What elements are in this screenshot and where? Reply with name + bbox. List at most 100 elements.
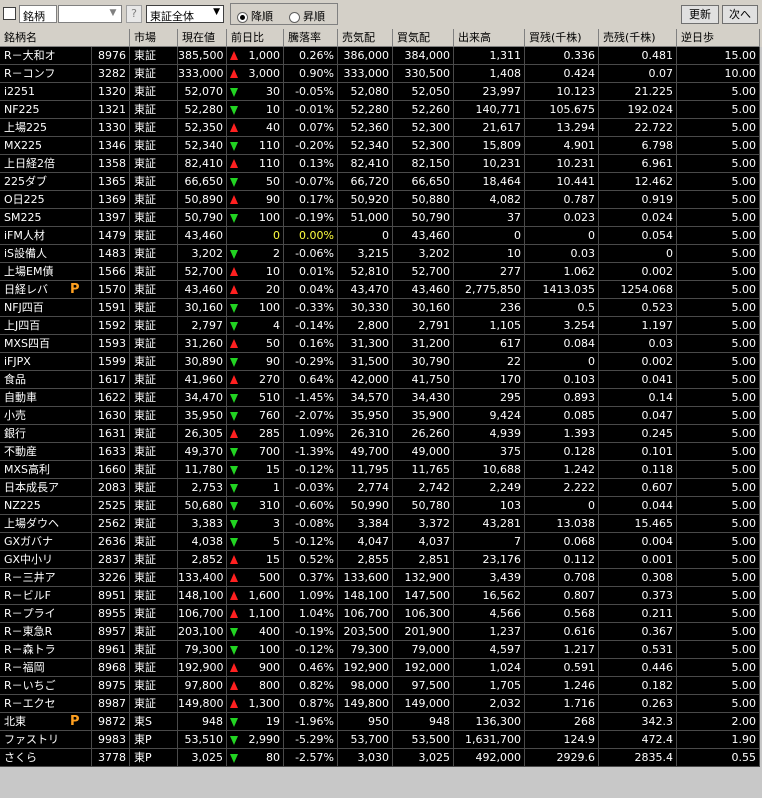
change-text: 100 (259, 211, 280, 224)
table-row[interactable]: 上日経2倍 1358 東証 82,410 110 0.13% 82,410 82,150 10,… (0, 155, 762, 173)
table-row[interactable]: 上場225 1330 東証 52,350 40 0.07% 52,360 52,300 21,6… (0, 119, 762, 137)
volume-text: 9,424 (489, 409, 522, 422)
stock-name-text: R－いちご (4, 679, 56, 692)
table-row[interactable]: 上場EM債 1566 東証 52,700 10 0.01% 52,810 52,700 277 1… (0, 263, 762, 281)
chevron-down-icon[interactable]: ▼ (107, 8, 119, 20)
market-text: 東証 (134, 391, 156, 404)
header-col-bid[interactable]: 買気配 (393, 29, 454, 47)
stock-code-text: 1483 (98, 247, 126, 260)
cell-rate: -2.57% (284, 749, 338, 767)
cell-rate: -0.01% (284, 101, 338, 119)
ask-text: 2,774 (357, 481, 390, 494)
table-row[interactable]: 銀行 1631 東証 26,305 285 1.09% 26,310 26,260 4,939 1… (0, 425, 762, 443)
header-col-ask[interactable]: 売気配 (338, 29, 393, 47)
table-row[interactable]: R－東急R 8957 東証 203,100 400 -0.19% 203,500 201,90… (0, 623, 762, 641)
table-row[interactable]: 上J四百 1592 東証 2,797 4 -0.14% 2,800 2,791 1,105 3.2… (0, 317, 762, 335)
table-row[interactable]: R－ビルF 8951 東証 148,100 1,600 1.09% 148,100 147,5… (0, 587, 762, 605)
cell-bid: 106,300 (393, 605, 454, 623)
sort-asc-radio[interactable]: 昇順 (289, 8, 325, 24)
table-row[interactable]: 自動車 1622 東証 34,470 510 -1.45% 34,570 34,430 295 0… (0, 389, 762, 407)
table-row[interactable]: iFJPX 1599 東証 30,890 90 -0.29% 31,500 30,790 22 0… (0, 353, 762, 371)
rate-text: -0.12% (295, 535, 334, 548)
header-col-rate[interactable]: 騰落率 (284, 29, 338, 47)
help-button[interactable]: ? (126, 5, 142, 23)
cell-volume: 18,464 (454, 173, 525, 191)
cell-bid: 50,880 (393, 191, 454, 209)
table-row[interactable]: NF225 1321 東証 52,280 10 -0.01% 52,280 52,260 140… (0, 101, 762, 119)
header-col-sell-balance[interactable]: 売残(千株) (599, 29, 677, 47)
table-row[interactable]: R－森トラ 8961 東証 79,300 100 -0.12% 79,300 79,000 4,… (0, 641, 762, 659)
table-row[interactable]: SM225 1397 東証 50,790 100 -0.19% 51,000 50,790 37… (0, 209, 762, 227)
cell-stock-name: i2251 (0, 83, 92, 101)
header-col-name[interactable]: 銘柄名 (0, 29, 130, 47)
market-text: 東証 (134, 625, 156, 638)
cell-buy-balance: 0.807 (525, 587, 599, 605)
table-row[interactable]: 不動産 1633 東証 49,370 700 -1.39% 49,700 49,000 375 0… (0, 443, 762, 461)
header-col-market[interactable]: 市場 (130, 29, 178, 47)
stock-code-text: 8961 (98, 643, 126, 656)
table-row[interactable]: 日本成長ア 2083 東証 2,753 1 -0.03% 2,774 2,742 2,249 2.… (0, 479, 762, 497)
cell-gyakuhibu: 5.00 (677, 533, 760, 551)
table-row[interactable]: R－いちご 8975 東証 97,800 800 0.82% 98,000 97,500 1,7… (0, 677, 762, 695)
cell-stock-code: 1346 (92, 137, 130, 155)
table-row[interactable]: R－プライ 8955 東証 106,700 1,100 1.04% 106,700 106,3… (0, 605, 762, 623)
rate-text: -0.33% (295, 301, 334, 314)
table-row[interactable]: i2251 1320 東証 52,070 30 -0.05% 52,080 52,050 23,… (0, 83, 762, 101)
table-row[interactable]: R－福岡 8968 東証 192,900 900 0.46% 192,900 192,000 1… (0, 659, 762, 677)
market-text: 東証 (134, 337, 156, 350)
table-row[interactable]: ファストリ 9983 東P 53,510 2,990 -5.29% 53,700 53,500… (0, 731, 762, 749)
header-col-change[interactable]: 前日比 (227, 29, 284, 47)
cell-buy-balance: 0.085 (525, 407, 599, 425)
table-row[interactable]: R－三井ア 3226 東証 133,400 500 0.37% 133,600 132,900… (0, 569, 762, 587)
table-row[interactable]: NFJ四百 1591 東証 30,160 100 -0.33% 30,330 30,160 23… (0, 299, 762, 317)
table-row[interactable]: 日経レバ P 1570 東証 43,460 20 0.04% 43,470 43,460 2,77… (0, 281, 762, 299)
volume-text: 236 (500, 301, 521, 314)
next-button[interactable]: 次へ (722, 5, 758, 24)
header-col-price[interactable]: 現在値 (178, 29, 227, 47)
table-row[interactable]: 上場ダウヘ 2562 東証 3,383 3 -0.08% 3,384 3,372 43,281 1… (0, 515, 762, 533)
sell-balance-text: 0.531 (641, 643, 674, 656)
cell-sell-balance: 472.4 (599, 731, 677, 749)
table-row[interactable]: R－エクセ 8987 東証 149,800 1,300 0.87% 149,800 149,0… (0, 695, 762, 713)
table-row[interactable]: R－コンフ 3282 東証 333,000 3,000 0.90% 333,000 330,5… (0, 65, 762, 83)
arrow-down-icon (230, 394, 238, 403)
cell-price: 34,470 (178, 389, 227, 407)
cell-volume: 1,408 (454, 65, 525, 83)
refresh-button[interactable]: 更新 (681, 5, 719, 24)
select-all-checkbox[interactable] (3, 7, 16, 20)
header-col-volume[interactable]: 出来高 (454, 29, 525, 47)
rate-text: 0.90% (299, 67, 334, 80)
ask-text: 203,500 (343, 625, 390, 638)
table-row[interactable]: GX中小リ 2837 東証 2,852 15 0.52% 2,855 2,851 23,176 0… (0, 551, 762, 569)
table-row[interactable]: NZ225 2525 東証 50,680 310 -0.60% 50,990 50,780 10… (0, 497, 762, 515)
price-text: 3,025 (191, 751, 224, 764)
header-col-gyakuhibu[interactable]: 逆日歩 (677, 29, 760, 47)
bid-text: 192,000 (404, 661, 451, 674)
gyakuhibu-text: 1.90 (731, 733, 757, 746)
table-row[interactable]: iS設備人 1483 東証 3,202 2 -0.06% 3,215 3,202 10 0.03 0… (0, 245, 762, 263)
table-row[interactable]: R－大和オ 8976 東証 385,500 1,000 0.26% 386,000 384,0… (0, 47, 762, 65)
table-row[interactable]: さくら 3778 東P 3,025 80 -2.57% 3,030 3,025 492,000 2… (0, 749, 762, 767)
volume-text: 1,105 (489, 319, 522, 332)
sell-balance-text: 0.002 (641, 265, 674, 278)
market-select[interactable]: 東証全体 ▼ (146, 5, 224, 23)
market-text: 東証 (134, 589, 156, 602)
table-row[interactable]: MX225 1346 東証 52,340 110 -0.20% 52,340 52,300 15… (0, 137, 762, 155)
table-row[interactable]: 北東 P 9872 東S 948 19 -1.96% 950 948 136,300 268 342.… (0, 713, 762, 731)
cell-price: 11,780 (178, 461, 227, 479)
table-row[interactable]: MXS四百 1593 東証 31,260 50 0.16% 31,300 31,200 617 0… (0, 335, 762, 353)
header-col-buy-balance[interactable]: 買残(千株) (525, 29, 599, 47)
cell-sell-balance: 0.531 (599, 641, 677, 659)
table-row[interactable]: 小売 1630 東証 35,950 760 -2.07% 35,950 35,900 9,424… (0, 407, 762, 425)
code-input[interactable]: ▼ (58, 5, 122, 23)
table-row[interactable]: GXガバナ 2636 東証 4,038 5 -0.12% 4,047 4,037 7 0.068 0… (0, 533, 762, 551)
table-row[interactable]: O日225 1369 東証 50,890 90 0.17% 50,920 50,880 4,08… (0, 191, 762, 209)
table-row[interactable]: 食品 1617 東証 41,960 270 0.64% 42,000 41,750 170 0.1… (0, 371, 762, 389)
table-row[interactable]: MXS高利 1660 東証 11,780 15 -0.12% 11,795 11,765 10,… (0, 461, 762, 479)
table-row[interactable]: 225ダブ 1365 東証 66,650 50 -0.07% 66,720 66,650 18,… (0, 173, 762, 191)
stock-name-text: R－大和オ (4, 49, 56, 62)
cell-gyakuhibu: 5.00 (677, 191, 760, 209)
sort-desc-radio[interactable]: 降順 (237, 8, 273, 24)
market-text: 東証 (134, 427, 156, 440)
table-row[interactable]: iFM人材 1479 東証 43,460 0 0.00% 0 43,460 0 0 0.054 5.0… (0, 227, 762, 245)
